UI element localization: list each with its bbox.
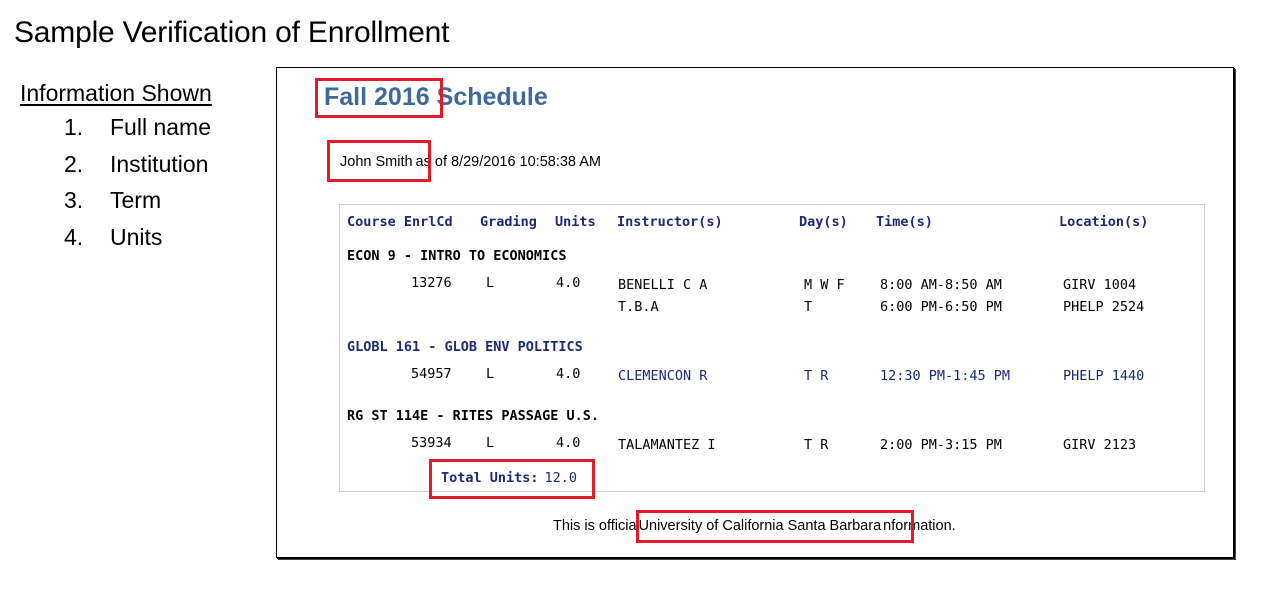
units: 4.0 — [556, 366, 581, 382]
enrl-code: 13276 — [411, 275, 452, 291]
total-units-label: Total Units: — [441, 470, 539, 486]
grading: L — [486, 275, 495, 291]
course-title: GLOBL 161 - GLOB ENV POLITICS — [347, 339, 583, 355]
location: PHELP 2524 — [1063, 299, 1145, 315]
schedule-document: Fall 2016 Schedule John Smith as of 8/29/2… — [276, 67, 1234, 558]
instructor: CLEMENCON R — [618, 368, 708, 384]
units: 4.0 — [556, 275, 581, 291]
header-course-enrlcd: Course EnrlCd — [347, 214, 453, 230]
item-number: 4. — [64, 223, 84, 250]
days: T R — [804, 368, 829, 384]
header-times: Time(s) — [876, 214, 933, 230]
item-number: 1. — [64, 114, 84, 140]
course-title: RG ST 114E - RITES PASSAGE U.S. — [347, 408, 599, 424]
list-item: 2. Institution — [64, 151, 211, 188]
time: 12:30 PM-1:45 PM — [880, 368, 1011, 384]
item-label: Full name — [110, 114, 211, 140]
footer-statement: This is officia University of California … — [553, 518, 956, 534]
header-grading: Grading — [480, 214, 537, 230]
list-item: 4. Units — [64, 224, 211, 261]
course-title: ECON 9 - INTRO TO ECONOMICS — [347, 248, 567, 264]
header-days: Day(s) — [799, 214, 848, 230]
item-label: Units — [110, 223, 163, 250]
as-of-timestamp: as of 8/29/2016 10:58:38 AM — [415, 154, 601, 170]
days: M W F — [804, 277, 845, 293]
info-list: 1. Full name 2. Institution 3. Term 4. Units — [64, 114, 211, 260]
list-item: 3. Term — [64, 187, 211, 224]
units: 4.0 — [556, 435, 581, 451]
time: 2:00 PM-3:15 PM — [880, 437, 1002, 453]
total-units: Total Units: 12.0 — [441, 470, 577, 486]
header-location: Location(s) — [1059, 214, 1149, 230]
enrl-code: 54957 — [411, 366, 452, 382]
footer-suffix: nformation. — [883, 518, 956, 534]
term-label: Fall 2016 — [324, 83, 430, 111]
page-title: Sample Verification of Enrollment — [14, 16, 450, 49]
schedule-title: Fall 2016 Schedule — [324, 83, 548, 112]
header-instructor: Instructor(s) — [617, 214, 723, 230]
institution-name: University of California Santa Barbara — [638, 518, 882, 534]
schedule-title-suffix: Schedule — [436, 83, 548, 111]
time: 8:00 AM-8:50 AM — [880, 277, 1002, 293]
schedule-table: Course EnrlCd Grading Units Instructor(s… — [339, 204, 1205, 492]
days: T — [804, 299, 813, 315]
student-line: John Smith as of 8/29/2016 10:58:38 AM — [340, 154, 601, 170]
student-name: John Smith — [340, 154, 413, 170]
location: GIRV 1004 — [1063, 277, 1137, 293]
item-number: 3. — [64, 187, 84, 213]
total-units-value: 12.0 — [544, 470, 578, 486]
location: GIRV 2123 — [1063, 437, 1137, 453]
instructor: T.B.A — [618, 299, 659, 315]
enrl-code: 53934 — [411, 435, 452, 451]
header-units: Units — [555, 214, 596, 230]
time: 6:00 PM-6:50 PM — [880, 299, 1002, 315]
footer-prefix: This is officia — [553, 518, 637, 534]
grading: L — [486, 366, 495, 382]
instructor: TALAMANTEZ I — [618, 437, 716, 453]
list-item: 1. Full name — [64, 114, 211, 151]
info-heading: Information Shown — [20, 80, 212, 106]
instructor: BENELLI C A — [618, 277, 708, 293]
item-label: Institution — [110, 150, 209, 177]
item-number: 2. — [64, 150, 84, 177]
item-label: Term — [110, 187, 162, 213]
days: T R — [804, 437, 829, 453]
location: PHELP 1440 — [1063, 368, 1145, 384]
grading: L — [486, 435, 495, 451]
